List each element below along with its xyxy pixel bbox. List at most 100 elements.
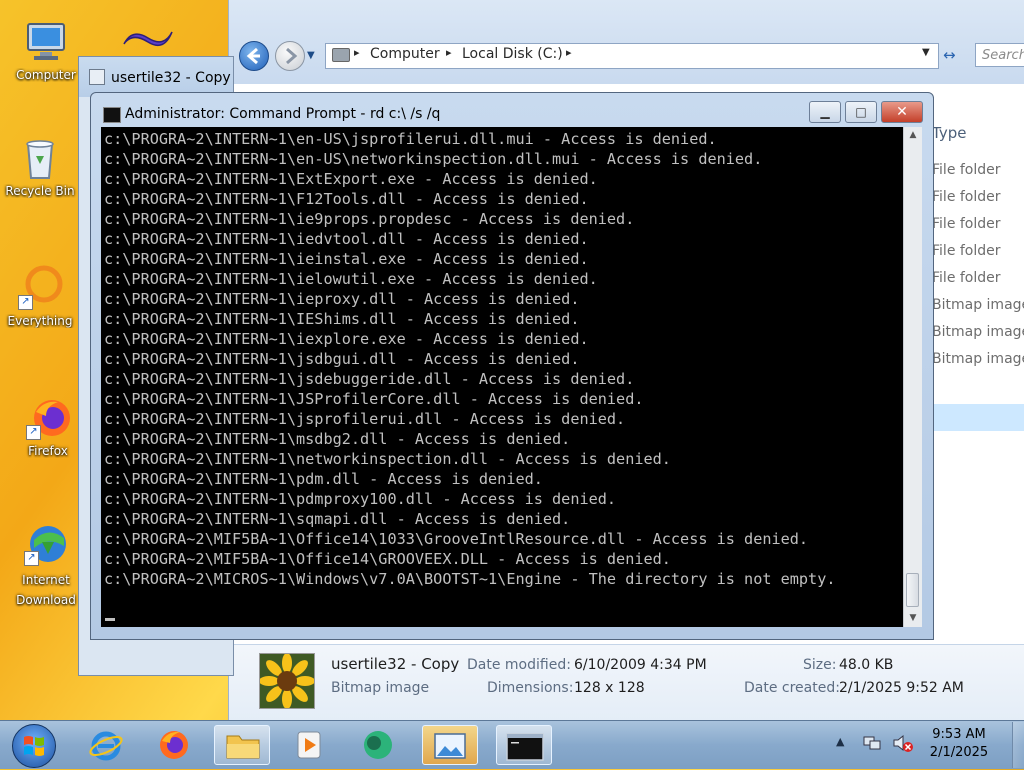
- show-desktop-button[interactable]: [1012, 722, 1024, 768]
- file-type-cell[interactable]: File folder: [932, 162, 1001, 178]
- details-pane: usertile32 - Copy Bitmap image Date modi…: [229, 644, 1024, 721]
- everything-search-icon: ↗: [16, 264, 64, 312]
- desktop-icon-computer[interactable]: Computer: [8, 18, 84, 82]
- internet-download-manager-icon: ↗: [22, 520, 70, 568]
- console-line: c:\PROGRA~2\INTERN~1\ielowutil.exe - Acc…: [104, 270, 598, 288]
- taskbar-file-explorer[interactable]: [214, 725, 270, 765]
- taskbar-image-viewer[interactable]: [422, 725, 478, 765]
- globe-chat-icon: [364, 731, 392, 759]
- volume-muted-icon[interactable]: [892, 733, 914, 756]
- refresh-button[interactable]: ↔: [943, 46, 956, 64]
- vertical-scrollbar[interactable]: ▲ ▼: [903, 127, 922, 627]
- taskbar-command-prompt[interactable]: [496, 725, 552, 765]
- console-line: c:\PROGRA~2\MICROS~1\Windows\v7.0A\BOOTS…: [104, 570, 836, 588]
- forward-button[interactable]: [275, 41, 305, 71]
- file-type-cell[interactable]: File folder: [932, 216, 1001, 232]
- console-line: c:\PROGRA~2\INTERN~1\IEShims.dll - Acces…: [104, 310, 580, 328]
- scroll-down-arrow-icon[interactable]: ▼: [904, 610, 922, 627]
- size-value: 48.0 KB: [839, 657, 894, 673]
- breadcrumb-local-disk[interactable]: Local Disk (C:): [462, 46, 563, 62]
- console-line: c:\PROGRA~2\MIF5BA~1\Office14\GROOVEEX.D…: [104, 550, 671, 568]
- command-prompt-icon: [506, 733, 544, 761]
- file-type-cell[interactable]: File folder: [932, 243, 1001, 259]
- start-button[interactable]: [12, 724, 56, 768]
- back-button[interactable]: [239, 41, 269, 71]
- desktop-icon-everything[interactable]: ↗ Everything: [2, 264, 78, 328]
- computer-icon: [22, 18, 70, 66]
- command-prompt-window: Administrator: Command Prompt - rd c:\ /…: [90, 92, 934, 640]
- shortcut-arrow-icon: ↗: [26, 425, 41, 440]
- column-header-type[interactable]: Type: [932, 124, 966, 142]
- search-input[interactable]: Search: [975, 43, 1024, 67]
- address-bar[interactable]: ▸ Computer ▸ Local Disk (C:) ▸ ▼: [325, 43, 939, 69]
- desktop-icon-firefox[interactable]: ↗ Firefox: [10, 394, 86, 458]
- file-type-cell[interactable]: Bitmap image: [932, 351, 1024, 367]
- console-line: c:\PROGRA~2\INTERN~1\en-US\networkinspec…: [104, 150, 763, 168]
- taskbar-network-app[interactable]: [350, 725, 406, 765]
- date-created-value: 2/1/2025 9:52 AM: [839, 680, 964, 696]
- address-dropdown-icon[interactable]: ▼: [922, 47, 930, 58]
- console-output[interactable]: c:\PROGRA~2\INTERN~1\en-US\jsprofilerui.…: [101, 127, 903, 627]
- clock-date: 2/1/2025: [929, 745, 989, 760]
- system-clock[interactable]: 9:53 AM 2/1/2025: [924, 726, 994, 762]
- taskbar-firefox[interactable]: [146, 725, 202, 765]
- recycle-bin-icon: [16, 134, 64, 182]
- console-line: c:\PROGRA~2\INTERN~1\jsdbgui.dll - Acces…: [104, 350, 580, 368]
- console-line: c:\PROGRA~2\MIF5BA~1\Office14\1033\Groov…: [104, 530, 809, 548]
- console-line: c:\PROGRA~2\INTERN~1\sqmapi.dll - Access…: [104, 510, 571, 528]
- close-button[interactable]: ✕: [881, 101, 923, 123]
- file-type-cell[interactable]: Bitmap image: [932, 324, 1024, 340]
- file-type-cell[interactable]: File folder: [932, 189, 1001, 205]
- details-filename: usertile32 - Copy: [331, 655, 460, 673]
- media-player-icon: [297, 731, 321, 759]
- desktop-icon-internet-download[interactable]: ↗ Internet Download: [8, 520, 84, 610]
- console-line: c:\PROGRA~2\INTERN~1\ieinstal.exe - Acce…: [104, 250, 589, 268]
- desktop-icon-recycle-bin[interactable]: Recycle Bin: [2, 134, 78, 198]
- image-viewer-titlebar[interactable]: usertile32 - Copy: [79, 57, 233, 97]
- date-modified-label: Date modified:: [467, 657, 571, 673]
- console-line: c:\PROGRA~2\INTERN~1\JSProfilerCore.dll …: [104, 390, 644, 408]
- network-tray-icon[interactable]: [862, 733, 882, 756]
- desktop-icon-label: Everything: [7, 314, 73, 328]
- breadcrumb-computer[interactable]: Computer: [370, 46, 440, 62]
- file-type-cell[interactable]: File folder: [932, 270, 1001, 286]
- console-line: c:\PROGRA~2\INTERN~1\networkinspection.d…: [104, 450, 671, 468]
- console-line: c:\PROGRA~2\INTERN~1\iedvtool.dll - Acce…: [104, 230, 589, 248]
- maximize-button[interactable]: □: [845, 101, 877, 123]
- selected-row-highlight: [929, 404, 1024, 431]
- show-hidden-icons-button[interactable]: ▲: [836, 735, 844, 748]
- clock-time: 9:53 AM: [932, 727, 986, 742]
- console-line: c:\PROGRA~2\INTERN~1\jsprofilerui.dll - …: [104, 410, 626, 428]
- taskbar-media-player[interactable]: [282, 725, 338, 765]
- console-line: c:\PROGRA~2\INTERN~1\pdm.dll - Access is…: [104, 470, 543, 488]
- drive-icon: [332, 48, 350, 62]
- minimize-button[interactable]: ▁: [809, 101, 841, 123]
- scroll-up-arrow-icon[interactable]: ▲: [904, 127, 922, 144]
- taskbar-internet-explorer[interactable]: [78, 725, 134, 765]
- desktop-icon-label: Firefox: [28, 444, 68, 458]
- image-viewer-icon: [89, 69, 105, 85]
- date-created-label: Date created:: [744, 680, 840, 696]
- breadcrumb-separator: ▸: [446, 46, 452, 59]
- console-line: c:\PROGRA~2\INTERN~1\F12Tools.dll - Acce…: [104, 190, 589, 208]
- arrow-right-icon: [286, 47, 298, 65]
- visual-studio-icon[interactable]: [118, 22, 178, 52]
- image-viewer-title: usertile32 - Copy: [111, 70, 231, 86]
- recent-pages-dropdown[interactable]: ▼: [307, 50, 315, 61]
- windows-logo-icon: [24, 736, 44, 756]
- breadcrumb-separator: ▸: [566, 46, 572, 59]
- desktop-icon-label: Internet Download: [16, 573, 76, 607]
- sunflower-icon: [259, 653, 315, 709]
- details-filetype: Bitmap image: [331, 680, 430, 696]
- desktop-icon-label: Computer: [16, 68, 76, 82]
- scrollbar-thumb[interactable]: [906, 573, 919, 607]
- dimensions-label: Dimensions:: [487, 680, 574, 696]
- explorer-navigation-bar: ▼ ▸ Computer ▸ Local Disk (C:) ▸ ▼ ↔ Sea…: [229, 0, 1024, 84]
- internet-explorer-icon: [89, 731, 123, 761]
- picture-icon: [434, 733, 466, 759]
- file-type-cell[interactable]: Bitmap image: [932, 297, 1024, 313]
- dimensions-value: 128 x 128: [574, 680, 645, 696]
- command-prompt-title[interactable]: Administrator: Command Prompt - rd c:\ /…: [125, 106, 440, 122]
- console-lines: c:\PROGRA~2\INTERN~1\en-US\jsprofilerui.…: [104, 129, 836, 589]
- breadcrumb-separator: ▸: [354, 46, 360, 59]
